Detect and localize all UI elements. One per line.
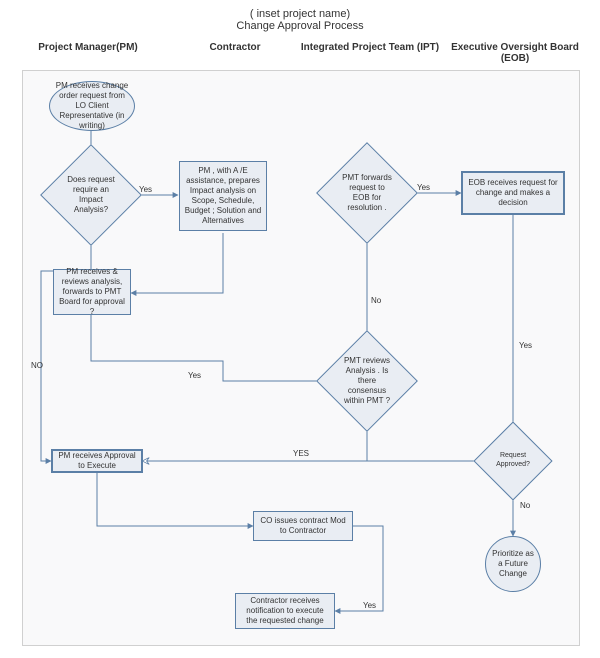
node-decision-fwd-eob: PMT forwards request to EOB for resoluti… bbox=[331, 157, 403, 229]
edge-yes-4: Yes bbox=[519, 341, 532, 350]
node-approve-exec: PM receives Approval to Execute bbox=[51, 449, 143, 473]
edge-yes-5: Yes bbox=[363, 601, 376, 610]
node-eob-review: EOB receives request for change and make… bbox=[461, 171, 565, 215]
node-notify: Contractor receives notification to exec… bbox=[235, 593, 335, 629]
edge-yes-1: Yes bbox=[139, 185, 152, 194]
node-decision-consensus: PMT reviews Analysis . Is there consensu… bbox=[331, 345, 403, 417]
node-decision-consensus-label: PMT reviews Analysis . Is there consensu… bbox=[331, 345, 403, 417]
node-decision-approved-label: Request Approved? bbox=[485, 433, 541, 489]
edge-yes-big: YES bbox=[293, 449, 309, 458]
node-impact-prep: PM , with A /E assistance, prepares Impa… bbox=[179, 161, 267, 231]
lane-header-eob: Executive Oversight Board (EOB) bbox=[450, 42, 580, 64]
title-line-1: ( inset project name) bbox=[250, 8, 350, 20]
edge-yes-3: Yes bbox=[188, 371, 201, 380]
lane-header-contractor: Contractor bbox=[185, 42, 285, 53]
node-decision-fwd-eob-label: PMT forwards request to EOB for resoluti… bbox=[331, 157, 403, 229]
lane-header-pm: Project Manager(PM) bbox=[28, 42, 148, 53]
title-line-2: Change Approval Process bbox=[236, 20, 363, 32]
flow-canvas: PM receives change order request from LO… bbox=[22, 70, 580, 646]
edge-no-2: No bbox=[520, 501, 530, 510]
node-future-circle: Prioritize as a Future Change bbox=[485, 536, 541, 592]
page: ( inset project name) Change Approval Pr… bbox=[0, 0, 600, 658]
edge-no-big: NO bbox=[31, 361, 43, 370]
node-decision-impact: Does request require an Impact Analysis? bbox=[55, 159, 127, 231]
node-start-terminator: PM receives change order request from LO… bbox=[49, 81, 135, 131]
node-co-mod: CO issues contract Mod to Contractor bbox=[253, 511, 353, 541]
node-decision-approved: Request Approved? bbox=[485, 433, 541, 489]
lane-header-ipt: Integrated Project Team (IPT) bbox=[300, 42, 440, 53]
diagram-title: ( inset project name) Change Approval Pr… bbox=[0, 8, 600, 32]
edge-yes-2: Yes bbox=[417, 183, 430, 192]
node-pm-reviews: PM receives & reviews analysis, forwards… bbox=[53, 269, 131, 315]
edge-no-1: No bbox=[371, 296, 381, 305]
node-decision-impact-label: Does request require an Impact Analysis? bbox=[55, 159, 127, 231]
